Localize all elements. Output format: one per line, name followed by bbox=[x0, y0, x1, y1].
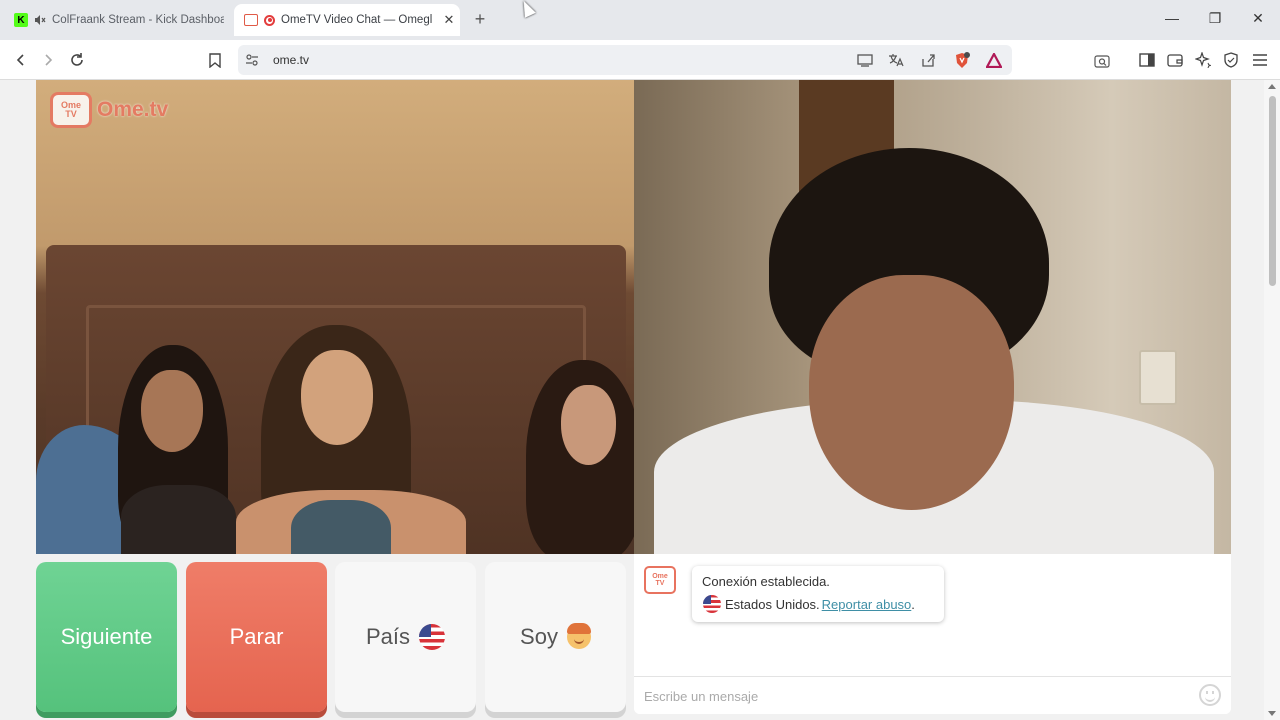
tab-kick-dashboard[interactable]: K ColFraank Stream - Kick Dashboa bbox=[10, 6, 224, 34]
stop-button[interactable]: Parar bbox=[186, 562, 327, 712]
menu-icon[interactable] bbox=[1250, 50, 1270, 70]
video-person-face bbox=[809, 275, 1014, 510]
kick-favicon-icon: K bbox=[14, 13, 28, 27]
video-person-face bbox=[561, 385, 616, 465]
share-icon[interactable] bbox=[920, 52, 936, 68]
video-person-face bbox=[301, 350, 373, 445]
tab-close-icon[interactable]: ✕ bbox=[438, 12, 460, 28]
reader-mode-icon[interactable] bbox=[1092, 50, 1112, 70]
stop-button-label: Parar bbox=[229, 624, 284, 649]
ometv-logo: Ome TV Ome.tv bbox=[50, 92, 168, 128]
country-button-label: País bbox=[365, 624, 411, 649]
chat-panel: Ome TV Conexión establecida. Estados Uni… bbox=[634, 554, 1231, 714]
new-tab-button[interactable]: + bbox=[470, 9, 490, 30]
us-flag-icon bbox=[419, 624, 446, 650]
country-button[interactable]: País bbox=[335, 562, 476, 712]
address-bar[interactable]: ome.tv bbox=[238, 45, 1012, 75]
next-button[interactable]: Siguiente bbox=[36, 562, 177, 712]
boy-emoji-icon bbox=[566, 623, 591, 649]
brave-shields-icon[interactable] bbox=[954, 51, 970, 68]
message-input[interactable]: Escribe un mensaje bbox=[634, 676, 1231, 714]
video-person-body bbox=[121, 485, 236, 554]
brave-rewards-icon[interactable] bbox=[986, 52, 1002, 68]
cast-icon[interactable] bbox=[857, 52, 873, 68]
self-video bbox=[634, 80, 1231, 554]
ometv-favicon-icon bbox=[244, 14, 258, 26]
restore-button[interactable]: ❐ bbox=[1205, 10, 1225, 27]
back-icon[interactable] bbox=[11, 50, 31, 70]
minimize-button[interactable]: — bbox=[1162, 10, 1182, 26]
logo-text: Ome.tv bbox=[97, 98, 169, 121]
country-line: Estados Unidos. Reportar abuso. bbox=[702, 595, 934, 613]
tab-ometv[interactable]: OmeTV Video Chat — Omegl ✕ bbox=[234, 4, 460, 36]
recording-icon bbox=[264, 14, 275, 26]
ometv-chat-logo-icon: Ome TV bbox=[644, 566, 676, 594]
country-name: Estados Unidos. bbox=[725, 596, 820, 612]
site-settings-icon[interactable] bbox=[244, 52, 260, 68]
leo-ai-icon[interactable] bbox=[1193, 50, 1213, 70]
connection-status-text: Conexión establecida. bbox=[702, 574, 830, 589]
tab-bar: K ColFraank Stream - Kick Dashboa OmeTV … bbox=[0, 0, 1280, 40]
scroll-up-icon[interactable] bbox=[1268, 84, 1276, 89]
video-person-top bbox=[291, 500, 391, 554]
emoji-picker-icon[interactable] bbox=[1199, 684, 1221, 706]
page-scrollbar[interactable] bbox=[1264, 80, 1280, 720]
ometv-logo-tv-icon: Ome TV bbox=[50, 92, 92, 128]
muted-speaker-icon[interactable] bbox=[34, 14, 46, 26]
tab-title: ColFraank Stream - Kick Dashboa bbox=[52, 14, 224, 26]
video-wall-outlet bbox=[1139, 350, 1177, 405]
url-text[interactable]: ome.tv bbox=[273, 53, 309, 67]
scroll-down-icon[interactable] bbox=[1268, 711, 1276, 716]
wallet-icon[interactable] bbox=[1165, 50, 1185, 70]
reload-icon[interactable] bbox=[67, 50, 87, 70]
gender-button[interactable]: Soy bbox=[485, 562, 626, 712]
us-flag-icon bbox=[703, 595, 721, 613]
sidebar-icon[interactable] bbox=[1137, 50, 1157, 70]
close-window-button[interactable]: ✕ bbox=[1248, 10, 1268, 27]
chat-logo-top: Ome bbox=[652, 573, 668, 580]
forward-icon[interactable] bbox=[38, 50, 58, 70]
video-person-face bbox=[141, 370, 203, 452]
ometv-page: Ome TV Ome.tv Siguiente Parar País Soy O… bbox=[0, 80, 1264, 720]
stranger-video: Ome TV Ome.tv bbox=[36, 80, 634, 554]
browser-toolbar: ome.tv bbox=[0, 40, 1280, 80]
vpn-shield-icon[interactable] bbox=[1221, 50, 1241, 70]
gender-button-label: Soy bbox=[520, 624, 558, 649]
chat-logo-bottom: TV bbox=[655, 580, 665, 587]
report-suffix: . bbox=[911, 596, 915, 612]
report-abuse-link[interactable]: Reportar abuso bbox=[822, 597, 912, 612]
tab-title: OmeTV Video Chat — Omegl bbox=[281, 14, 433, 26]
system-message-bubble: Conexión establecida. Estados Unidos. Re… bbox=[692, 566, 944, 622]
logo-badge-bottom: TV bbox=[65, 109, 77, 119]
scrollbar-thumb[interactable] bbox=[1269, 96, 1276, 286]
translate-icon[interactable] bbox=[888, 52, 904, 68]
next-button-label: Siguiente bbox=[60, 624, 153, 649]
bookmark-icon[interactable] bbox=[205, 50, 225, 70]
